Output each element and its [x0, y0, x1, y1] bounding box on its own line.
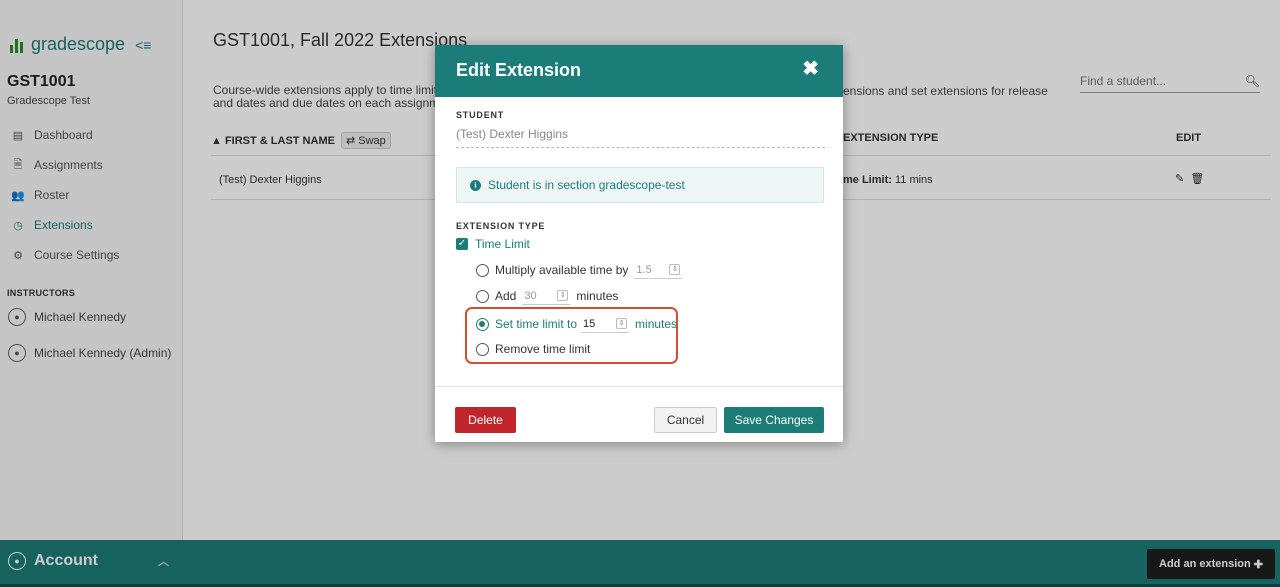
option-add[interactable]: Add 30 ⇕ minutes	[476, 287, 618, 305]
modal-title: Edit Extension	[456, 60, 582, 80]
checkbox-checked-icon[interactable]: ✓	[456, 238, 468, 250]
option-multiply[interactable]: Multiply available time by 1.5 ⇕	[476, 261, 688, 279]
extension-type-label: EXTENSION TYPE	[456, 221, 546, 231]
time-limit-checkbox-row[interactable]: ✓ Time Limit	[456, 237, 530, 251]
delete-button[interactable]: Delete	[455, 407, 516, 433]
student-label: STUDENT	[456, 110, 505, 120]
modal-footer: Delete Cancel Save Changes	[435, 386, 843, 442]
save-changes-button[interactable]: Save Changes	[724, 407, 824, 433]
spinner-icon[interactable]: ⇕	[557, 290, 569, 301]
info-icon: i	[470, 179, 481, 191]
student-field: (Test) Dexter Higgins	[456, 127, 825, 148]
edit-extension-modal: Edit Extension ✖ STUDENT (Test) Dexter H…	[435, 45, 843, 442]
annotation-highlight-box	[465, 307, 678, 364]
unit-label: minutes	[576, 289, 619, 303]
modal-header: Edit Extension ✖	[435, 45, 843, 97]
spinner-icon[interactable]: ⇕	[669, 264, 681, 275]
option-label: Multiply available time by	[495, 263, 629, 277]
info-text: Student is in section gradescope-test	[488, 178, 685, 192]
multiply-stepper[interactable]: 1.5 ⇕	[634, 261, 683, 279]
radio-add[interactable]	[476, 289, 489, 303]
stepper-value: 30	[524, 289, 537, 302]
radio-multiply[interactable]	[476, 263, 489, 277]
time-limit-label: Time Limit	[475, 237, 530, 251]
close-icon[interactable]: ✖	[802, 59, 819, 79]
add-minutes-stepper[interactable]: 30 ⇕	[522, 287, 571, 305]
option-label: Add	[495, 289, 517, 303]
cancel-button[interactable]: Cancel	[654, 407, 717, 433]
section-info-banner: i Student is in section gradescope-test	[456, 167, 824, 203]
stepper-value: 1.5	[636, 263, 652, 276]
